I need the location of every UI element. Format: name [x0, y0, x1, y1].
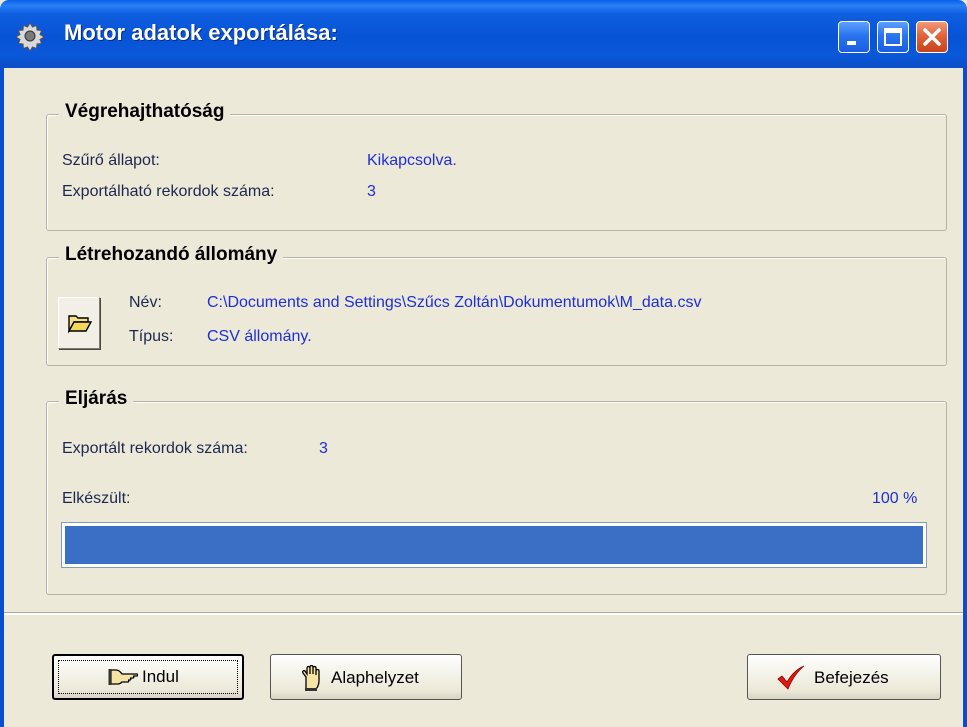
- exported-records-label: Exportált rekordok száma:: [62, 440, 248, 457]
- title-bar[interactable]: Motor adatok exportálása:: [0, 0, 967, 68]
- reset-button-label: Alaphelyzet: [331, 668, 419, 687]
- finish-button[interactable]: Befejezés: [747, 654, 941, 700]
- exportable-records-value: 3: [367, 183, 376, 200]
- file-type-label: Típus:: [129, 328, 174, 345]
- feasibility-group: Végrehajthatóság: [46, 101, 947, 231]
- procedure-group-title: Eljárás: [59, 388, 134, 410]
- gear-icon: [15, 22, 45, 51]
- progress-percent: 100 %: [872, 490, 918, 507]
- folder-open-icon: [68, 315, 92, 334]
- exported-records-value: 3: [319, 440, 328, 457]
- close-button[interactable]: [916, 21, 948, 53]
- separator-highlight: [4, 613, 963, 615]
- maximize-button[interactable]: [877, 21, 909, 53]
- filter-status-value: Kikapcsolva.: [367, 152, 457, 169]
- start-button-label: Indul: [142, 667, 179, 686]
- filter-status-label: Szűrő állapot:: [62, 152, 160, 169]
- checkmark-icon: [777, 665, 805, 690]
- close-icon: [923, 28, 941, 46]
- window-title: Motor adatok exportálása:: [64, 20, 338, 45]
- file-name-value: C:\Documents and Settings\Szűcs Zoltán\D…: [207, 294, 702, 311]
- exportable-records-label: Exportálható rekordok száma:: [62, 183, 275, 200]
- feasibility-group-title: Végrehajthatóság: [59, 101, 231, 123]
- reset-button[interactable]: Alaphelyzet: [270, 654, 462, 700]
- finish-button-label: Befejezés: [814, 668, 889, 687]
- file-type-value: CSV állomány.: [207, 328, 312, 345]
- maximize-icon: [884, 28, 902, 46]
- start-button[interactable]: Indul: [52, 654, 244, 700]
- completed-label: Elkészült:: [62, 490, 131, 507]
- minimize-button[interactable]: [838, 21, 870, 53]
- browse-file-button[interactable]: [58, 297, 100, 349]
- file-name-label: Név:: [129, 294, 162, 311]
- pointing-hand-icon: [108, 669, 138, 685]
- output-file-group-title: Létrehozandó állomány: [59, 244, 284, 266]
- hand-stop-icon: [302, 665, 320, 691]
- minimize-icon: [847, 41, 856, 45]
- window-border-right: [963, 68, 967, 727]
- progress-bar: [61, 522, 927, 568]
- progress-bar-fill: [65, 526, 923, 564]
